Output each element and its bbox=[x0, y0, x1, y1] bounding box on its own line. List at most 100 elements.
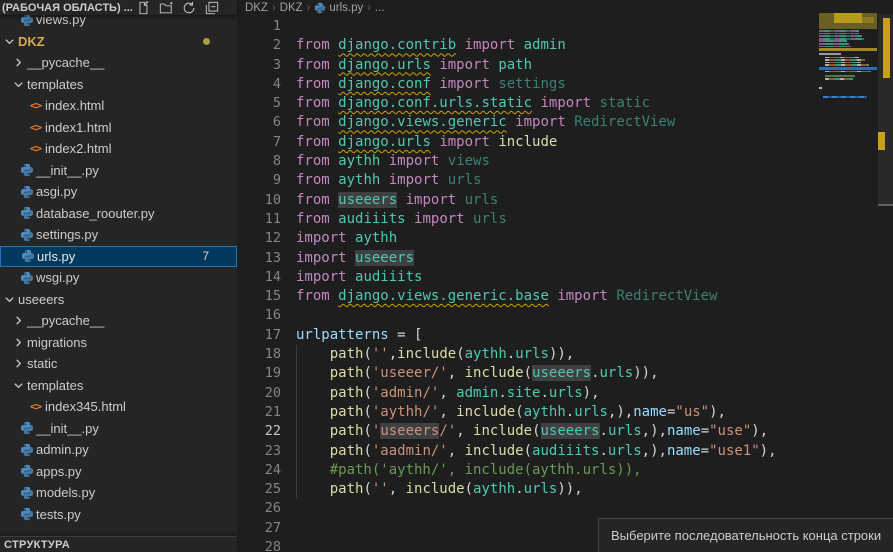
python-icon bbox=[20, 271, 34, 285]
chevron-right-icon[interactable] bbox=[13, 315, 24, 326]
code-area[interactable]: 12from django.contrib import admin3from … bbox=[237, 17, 893, 552]
code-line-4[interactable]: 4from django.conf import settings bbox=[237, 75, 893, 94]
tree-item--pycache-[interactable]: __pycache__ bbox=[0, 52, 237, 74]
code-text: from aythh import urls bbox=[296, 171, 481, 190]
chevron-right-icon[interactable] bbox=[13, 337, 24, 348]
tree-item-wsgi-py[interactable]: wsgi.py bbox=[0, 267, 237, 289]
breadcrumb-item-urls-py[interactable]: urls.py bbox=[314, 2, 363, 14]
line-number: 19 bbox=[237, 364, 281, 383]
code-line-16[interactable]: 16 bbox=[237, 306, 893, 325]
code-text: path('admin/', admin.site.urls), bbox=[296, 384, 600, 403]
tree-item-admin-py[interactable]: admin.py bbox=[0, 439, 237, 461]
code-line-11[interactable]: 11from audiiits import urls bbox=[237, 210, 893, 229]
minimap-code-line bbox=[819, 35, 862, 37]
warning-marker bbox=[878, 132, 885, 150]
tree-item-index1-html[interactable]: <>index1.html bbox=[0, 117, 237, 139]
new-file-button[interactable] bbox=[136, 1, 150, 15]
line-number: 12 bbox=[237, 229, 281, 248]
tree-item-index345-html[interactable]: <>index345.html bbox=[0, 396, 237, 418]
chevron-down-icon[interactable] bbox=[4, 36, 15, 47]
line-number: 6 bbox=[237, 113, 281, 132]
code-text: urlpatterns = [ bbox=[296, 326, 422, 345]
line-number: 20 bbox=[237, 384, 281, 403]
code-line-2[interactable]: 2from django.contrib import admin bbox=[237, 36, 893, 55]
code-line-7[interactable]: 7from django.urls import include bbox=[237, 133, 893, 152]
tree-item-database-roouter-py[interactable]: database_roouter.py bbox=[0, 203, 237, 225]
code-line-3[interactable]: 3from django.urls import path bbox=[237, 56, 893, 75]
code-line-18[interactable]: 18 path('',include(aythh.urls)), bbox=[237, 345, 893, 364]
code-line-22[interactable]: 22 path('useeers/', include(useeers.urls… bbox=[237, 422, 893, 441]
code-text: from audiiits import urls bbox=[296, 210, 507, 229]
scrollbar[interactable] bbox=[878, 0, 893, 552]
code-line-10[interactable]: 10from useeers import urls bbox=[237, 191, 893, 210]
tree-item-asgi-py[interactable]: asgi.py bbox=[0, 181, 237, 203]
warning-marker bbox=[883, 18, 890, 78]
code-line-12[interactable]: 12import aythh bbox=[237, 229, 893, 248]
code-line-13[interactable]: 13import useeers bbox=[237, 249, 893, 268]
minimap-code-line bbox=[819, 43, 849, 45]
tree-item-models-py[interactable]: models.py bbox=[0, 482, 237, 504]
tree-item-static[interactable]: static bbox=[0, 353, 237, 375]
collapse-all-button[interactable] bbox=[205, 1, 219, 15]
chevron-right-icon[interactable] bbox=[13, 57, 24, 68]
code-text: path('',include(aythh.urls)), bbox=[296, 345, 574, 364]
tree-item--init-py[interactable]: __init__.py bbox=[0, 418, 237, 440]
line-number: 4 bbox=[237, 75, 281, 94]
explorer-section-header[interactable]: (РАБОЧАЯ ОБЛАСТЬ) ... bbox=[0, 0, 237, 15]
tree-item-apps-py[interactable]: apps.py bbox=[0, 461, 237, 483]
tree-item-index-html[interactable]: <>index.html bbox=[0, 95, 237, 117]
tree-item-DKZ[interactable]: DKZ bbox=[0, 31, 237, 53]
tree-item-urls-py[interactable]: urls.py7 bbox=[0, 246, 237, 268]
line-number: 8 bbox=[237, 152, 281, 171]
minimap-warning-line bbox=[819, 48, 877, 51]
refresh-button[interactable] bbox=[182, 1, 196, 15]
breadcrumb-item-DKZ[interactable]: DKZ bbox=[280, 2, 303, 14]
code-line-23[interactable]: 23 path('aadmin/', include(audiiits.urls… bbox=[237, 442, 893, 461]
tree-item-index2-html[interactable]: <>index2.html bbox=[0, 138, 237, 160]
breadcrumb-item--[interactable]: ... bbox=[375, 2, 385, 14]
code-line-15[interactable]: 15from django.views.generic.base import … bbox=[237, 287, 893, 306]
code-line-20[interactable]: 20 path('admin/', admin.site.urls), bbox=[237, 384, 893, 403]
code-line-1[interactable]: 1 bbox=[237, 17, 893, 36]
line-number: 21 bbox=[237, 403, 281, 422]
code-line-8[interactable]: 8from aythh import views bbox=[237, 152, 893, 171]
tree-item-migrations[interactable]: migrations bbox=[0, 332, 237, 354]
new-file-icon[interactable] bbox=[136, 1, 150, 15]
editor-pane[interactable]: DKZ›DKZ›urls.py›... 12from django.contri… bbox=[237, 0, 893, 552]
new-folder-icon[interactable] bbox=[159, 1, 173, 15]
code-line-9[interactable]: 9from aythh import urls bbox=[237, 171, 893, 190]
tree-item--init-py[interactable]: __init__.py bbox=[0, 160, 237, 182]
python-icon bbox=[314, 2, 326, 14]
minimap-code-line bbox=[819, 53, 841, 55]
tree-item-label: admin.py bbox=[36, 442, 89, 457]
tree-item-tests-py[interactable]: tests.py bbox=[0, 504, 237, 526]
workspace-title: (РАБОЧАЯ ОБЛАСТЬ) ... bbox=[0, 2, 133, 14]
line-number: 5 bbox=[237, 94, 281, 113]
new-folder-button[interactable] bbox=[159, 1, 173, 15]
code-line-14[interactable]: 14import audiiits bbox=[237, 268, 893, 287]
minimap[interactable] bbox=[819, 13, 877, 123]
outline-section-header[interactable]: СТРУКТУРА bbox=[0, 536, 237, 552]
refresh-icon[interactable] bbox=[182, 1, 196, 15]
code-line-26[interactable]: 26 bbox=[237, 499, 893, 518]
tree-item--pycache-[interactable]: __pycache__ bbox=[0, 310, 237, 332]
code-text: #path('aythh/', include(aythh.urls)), bbox=[296, 461, 642, 480]
breadcrumb-item-DKZ[interactable]: DKZ bbox=[245, 2, 268, 14]
code-line-6[interactable]: 6from django.views.generic import Redire… bbox=[237, 113, 893, 132]
collapse-all-icon[interactable] bbox=[205, 1, 219, 15]
code-line-24[interactable]: 24 #path('aythh/', include(aythh.urls)), bbox=[237, 461, 893, 480]
code-line-5[interactable]: 5from django.conf.urls.static import sta… bbox=[237, 94, 893, 113]
code-line-25[interactable]: 25 path('', include(aythh.urls)), bbox=[237, 480, 893, 499]
tree-item-templates[interactable]: templates bbox=[0, 74, 237, 96]
code-line-19[interactable]: 19 path('useeer/', include(useeers.urls)… bbox=[237, 364, 893, 383]
chevron-down-icon[interactable] bbox=[13, 79, 24, 90]
tree-item-settings-py[interactable]: settings.py bbox=[0, 224, 237, 246]
chevron-down-icon[interactable] bbox=[13, 380, 24, 391]
code-line-17[interactable]: 17urlpatterns = [ bbox=[237, 326, 893, 345]
chevron-down-icon[interactable] bbox=[4, 294, 15, 305]
tree-item-label: __init__.py bbox=[36, 163, 99, 178]
code-line-21[interactable]: 21 path('aythh/', include(aythh.urls,),n… bbox=[237, 403, 893, 422]
chevron-right-icon[interactable] bbox=[13, 358, 24, 369]
tree-item-useeers[interactable]: useeers bbox=[0, 289, 237, 311]
tree-item-templates[interactable]: templates bbox=[0, 375, 237, 397]
